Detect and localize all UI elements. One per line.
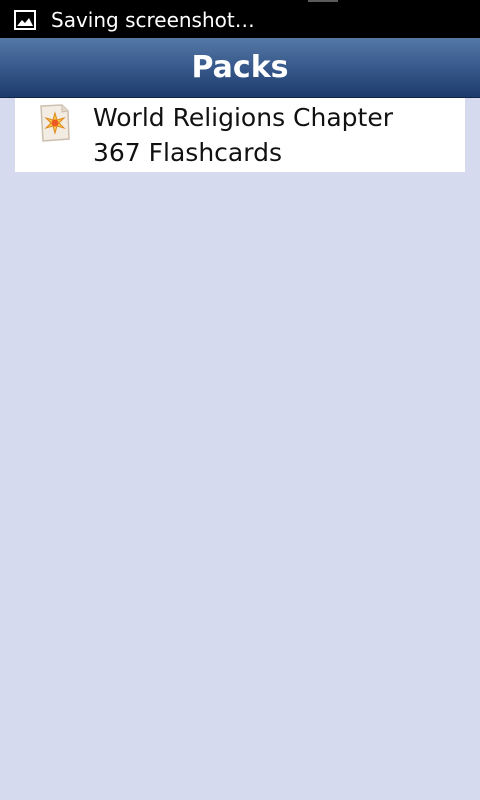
pack-card-count: 367 Flashcards (93, 138, 282, 167)
title-bar: Packs (0, 38, 480, 98)
pack-title: World Religions Chapter (93, 103, 393, 132)
pack-icon (36, 103, 72, 143)
packs-list: World Religions Chapter 367 Flashcards (0, 98, 480, 800)
page-title: Packs (191, 50, 289, 85)
status-bar: Saving screenshot… (0, 0, 480, 38)
status-notch (308, 0, 338, 2)
status-notification-text: Saving screenshot… (51, 8, 255, 32)
image-icon (14, 10, 36, 30)
list-item[interactable]: World Religions Chapter 367 Flashcards (15, 98, 465, 172)
